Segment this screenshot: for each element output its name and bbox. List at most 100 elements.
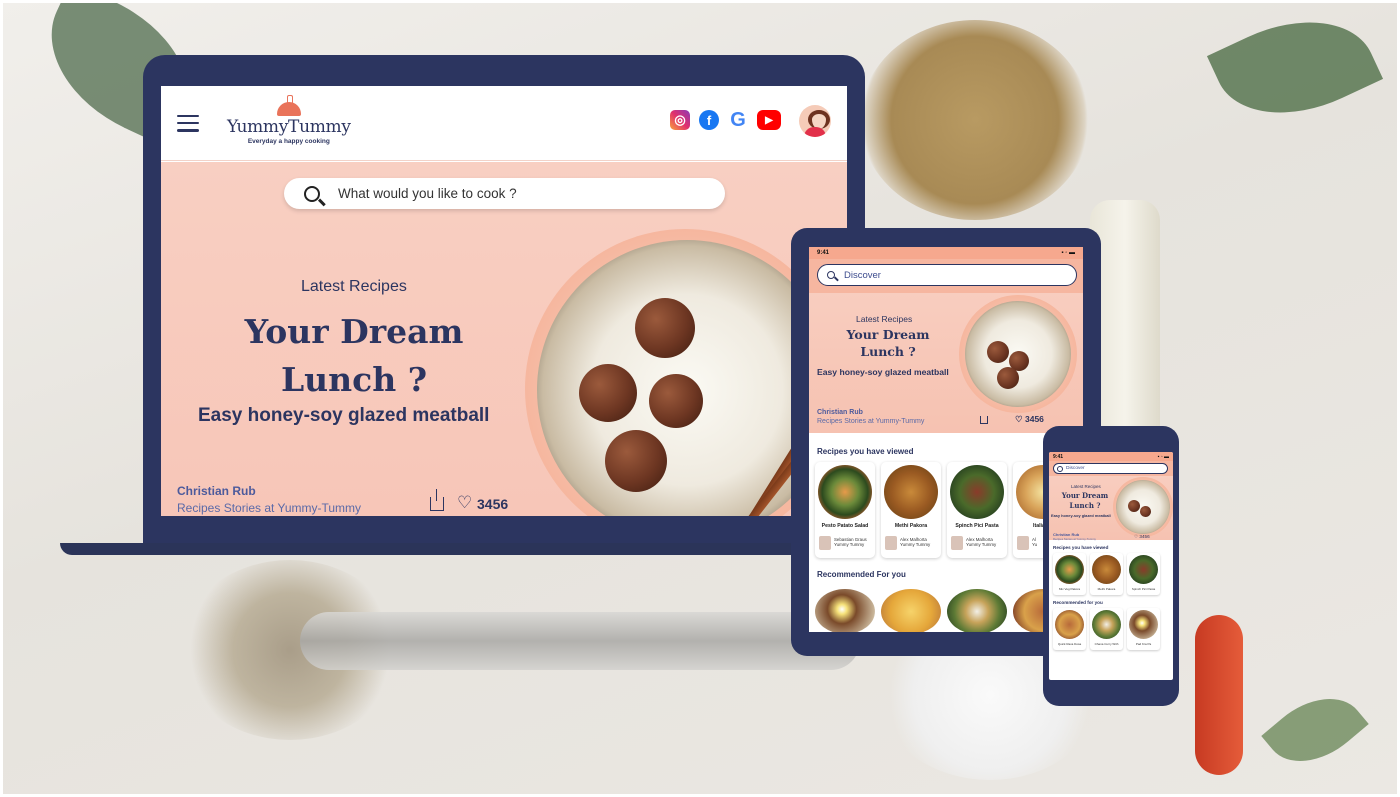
heart-icon[interactable]: ♡ [457,494,472,511]
meatball [1128,500,1140,512]
recipe-card[interactable]: Methi Pakora [1090,553,1123,595]
viewed-recipes-list: Pesto Patato Salad Sebastian Graus Yummy … [809,462,1083,558]
recipe-image [1055,555,1084,584]
social-links: ◎ f G ▶ [670,109,781,131]
recipe-image [1129,610,1158,639]
recipe-author: Sebastian Graus Yummy Tummy [834,537,867,548]
status-time: 9:41 [1053,453,1064,460]
recipe-card[interactable]: Pesto Patato Salad Sebastian Graus Yummy … [815,462,875,558]
hero-banner: What would you like to cook ? Latest Rec… [161,162,847,516]
recipe-name: Spinch Pici Pasta [1131,587,1156,591]
laptop-device: YummyTummy Everyday a happy cooking ◎ f … [143,55,865,545]
recipe-image[interactable] [815,589,875,632]
hero-description[interactable]: Easy honey-soy glazed meatball [198,405,489,427]
recipe-name: Chana Curry With [1094,642,1119,646]
hero-title: Your Dream Lunch ? [221,308,487,404]
recipe-image [950,465,1004,519]
recipe-card[interactable]: Quick Rava Dosa [1053,608,1086,650]
youtube-icon[interactable]: ▶ [757,110,781,130]
recipe-card[interactable]: Mix Veg Pakora [1053,553,1086,595]
share-icon[interactable] [430,489,444,511]
hamburger-menu-icon[interactable] [177,114,199,132]
recipe-name: Methi Pakora [894,523,928,529]
recipe-author-name: Alex Malhorta [900,537,927,542]
search-input[interactable]: What would you like to cook ? [284,178,725,209]
avatar [1017,536,1029,550]
phone-device: 9:41 ▪ ◦ ▬ Discover Latest Recipes Your … [1043,426,1179,706]
recipe-author: Alex Malhorta Yummy Tummy [966,537,996,548]
search-icon [827,271,835,279]
recipe-author-sub: Yummy Tummy [834,542,865,548]
recipe-image[interactable] [881,589,941,632]
hero-title-line2: Lunch ? [860,344,916,359]
author-name[interactable]: Christian Rub [817,409,863,416]
recipe-card[interactable]: Spinch Pici Pasta [1127,553,1160,595]
recipe-name: Pesto Patato Salad [821,523,869,529]
recommended-recipes-list: Quick Rava Dosa Chana Curry With Pad Kra… [1049,608,1173,650]
avatar [819,536,831,550]
meatball [987,341,1009,363]
search-placeholder: What would you like to cook ? [338,186,517,201]
recipe-card[interactable]: Pad Kra Pa [1127,608,1160,650]
search-placeholder: Discover [844,269,881,281]
brand-tagline: Everyday a happy cooking [247,137,330,145]
recipe-author: Alex Malhorta Yummy Tummy [900,537,930,548]
section-title-viewed: Recipes you have viewed [817,447,914,456]
hero-title: Your Dream Lunch ? [834,326,942,360]
likes-count: ♡ 3456 [1015,414,1044,424]
recipe-image [818,465,872,519]
recipe-author-name: Al [1032,537,1036,542]
recipe-card[interactable]: Spinch Pici Pasta Alex Malhorta Yummy Tum… [947,462,1007,558]
recipe-name: Mix Veg Pakora [1058,587,1080,591]
hero-subtitle: Latest Recipes [301,278,407,295]
hero-title: Your Dream Lunch ? [1059,491,1111,510]
meatball [1140,506,1151,517]
hero-subtitle: Latest Recipes [856,314,913,324]
recipe-author: Al Yu [1032,537,1037,548]
search-icon [304,185,320,202]
hero-subtitle: Latest Recipes [1071,484,1101,489]
likes-count: ♡ 3456 [1134,534,1150,539]
facebook-icon[interactable]: f [699,110,719,130]
recipe-card[interactable]: Methi Pakora Alex Malhorta Yummy Tummy [881,462,941,558]
author-name[interactable]: Christian Rub [177,484,256,498]
meatball [997,367,1019,389]
section-title-recommended: Recommended for you [1053,600,1103,605]
brand-logo[interactable]: YummyTummy Everyday a happy cooking [227,94,351,145]
status-bar: 9:41 ▪ ◦ ▬ [1049,452,1173,461]
google-icon[interactable]: G [728,109,748,131]
instagram-icon[interactable]: ◎ [670,110,690,130]
hero-title-line1: Your Dream [244,312,464,351]
recipe-image [1055,610,1084,639]
hero-title-line1: Your Dream [846,327,930,342]
share-icon[interactable] [980,416,988,424]
hero-description[interactable]: Easy honey-soy glazed meatball [817,367,949,377]
meatball-dish-image [1116,480,1170,534]
recipe-author-sub: Yu [1032,542,1038,548]
likes-value: 3456 [1024,414,1044,424]
recipe-image [884,465,938,519]
status-icons: ▪ ◦ ▬ [1157,453,1169,460]
author-subtitle: Recipes Stories at Yummy-Tummy [177,501,362,515]
search-input[interactable]: Discover [1053,463,1168,474]
recipe-name: Pad Kra Pa [1135,642,1152,646]
tablet-screen: 9:41 ▪ ◦ ▬ Discover Latest Recipes Your … [809,247,1083,632]
phone-screen: 9:41 ▪ ◦ ▬ Discover Latest Recipes Your … [1049,452,1173,680]
hero-description[interactable]: Easy honey-soy glazed meatball [1051,513,1111,518]
status-icons: ▪ ◦ ▬ [1061,250,1075,256]
recipe-image[interactable] [947,589,1007,632]
recipe-name: Spinch Pici Pasta [955,523,999,529]
chef-hat-icon [276,94,301,116]
likes-value: 3456 [1139,534,1150,539]
avatar [885,536,897,550]
search-input[interactable]: Discover [817,264,1077,286]
recipe-card[interactable]: Chana Curry With [1090,608,1123,650]
recipe-author-name: Alex Malhorta [966,537,993,542]
recipe-author-name: Sebastian Graus [834,537,867,542]
recipe-author-sub: Yummy Tummy [900,542,931,548]
status-time: 9:41 [817,250,830,256]
user-avatar[interactable] [799,105,831,137]
recipe-name: Quick Rava Dosa [1057,642,1082,646]
hero-title-line2: Lunch ? [280,360,428,399]
recipe-image [1092,610,1121,639]
